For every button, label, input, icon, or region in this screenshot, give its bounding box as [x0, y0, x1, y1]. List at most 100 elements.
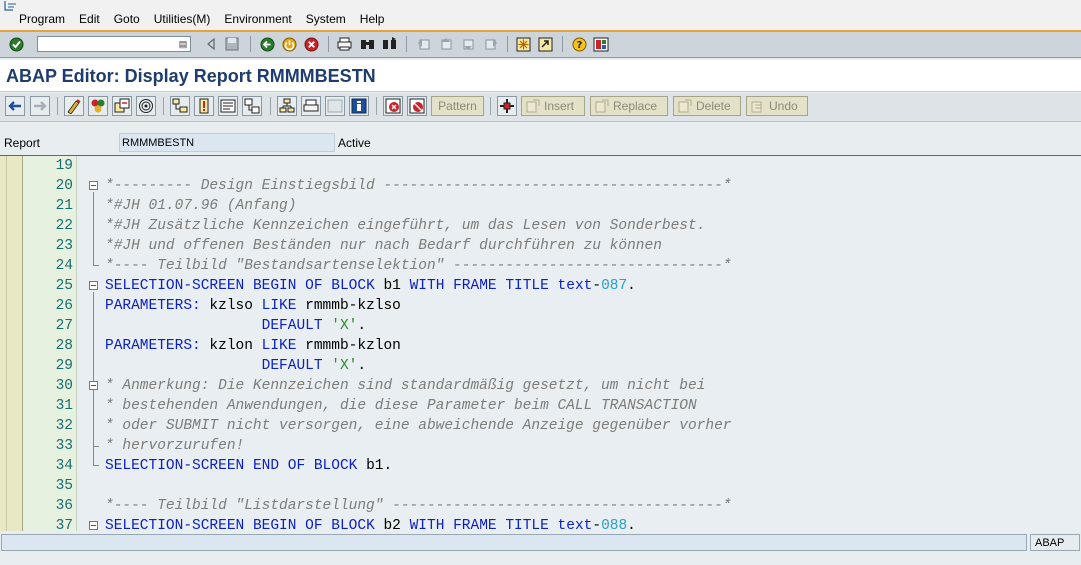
code-editor[interactable]: 19 20 *--------- Design Einstiegsbild ----…: [0, 155, 1081, 532]
menu-bar: Program Edit Goto Utilities(M) Environme…: [0, 0, 1081, 32]
activate-icon[interactable]: [218, 96, 238, 116]
exit-icon[interactable]: [281, 36, 297, 52]
code-line[interactable]: 25 SELECTION-SCREEN BEGIN OF BLOCK b1 WIT…: [0, 276, 1081, 296]
print-icon[interactable]: [336, 36, 352, 52]
menu-program[interactable]: Program: [19, 12, 65, 26]
system-info[interactable]: ABAP: [1030, 534, 1080, 551]
code-line[interactable]: 33 * hervorzurufen!: [0, 436, 1081, 456]
back-icon[interactable]: [259, 36, 275, 52]
line-number: 28: [55, 338, 73, 354]
code-line[interactable]: 21 *#JH 01.07.96 (Anfang): [0, 196, 1081, 216]
title-bar: ABAP Editor: Display Report RMMMBESTN: [0, 60, 1081, 92]
active-inactive-icon[interactable]: [88, 96, 108, 116]
history-dropdown-icon[interactable]: ▤: [177, 38, 189, 50]
code-line[interactable]: 34 SELECTION-SCREEN END OF BLOCK b1.: [0, 456, 1081, 476]
find-next-icon[interactable]: [381, 36, 397, 52]
line-number: 29: [55, 358, 73, 374]
breakpoint-delete-icon[interactable]: [407, 96, 427, 116]
code-line[interactable]: 31 * bestehenden Anwendungen, die diese P…: [0, 396, 1081, 416]
code-text: *#JH und offenen Beständen nur nach Beda…: [105, 238, 662, 254]
code-line[interactable]: 32 * oder SUBMIT nicht versorgen, eine ab…: [0, 416, 1081, 436]
code-line[interactable]: 28 PARAMETERS: kzlon LIKE rmmmb-kzlon: [0, 336, 1081, 356]
first-page-icon[interactable]: [416, 36, 432, 52]
code-line[interactable]: 23 *#JH und offenen Beständen nur nach Be…: [0, 236, 1081, 256]
code-line[interactable]: 27 DEFAULT 'X'.: [0, 316, 1081, 336]
code-line[interactable]: 24 *---- Teilbild "Bestandsartenselektion…: [0, 256, 1081, 276]
report-field[interactable]: RMMMBESTN: [119, 133, 335, 152]
menu-system[interactable]: System: [306, 12, 346, 26]
fullscreen-icon[interactable]: [325, 96, 345, 116]
test-icon[interactable]: [242, 96, 262, 116]
cancel-icon[interactable]: [303, 36, 319, 52]
code-line[interactable]: 30 * Anmerkung: Die Kennzeichen sind stan…: [0, 376, 1081, 396]
back-arrow-icon[interactable]: [5, 96, 25, 116]
insert-button[interactable]: Insert: [521, 96, 585, 116]
shortcut-icon[interactable]: [537, 36, 553, 52]
display-change-icon[interactable]: [64, 96, 84, 116]
last-page-icon[interactable]: [482, 36, 498, 52]
pretty-printer-icon[interactable]: [497, 96, 517, 116]
code-text: *---- Teilbild "Listdarstellung" -------…: [105, 498, 732, 514]
info-icon[interactable]: [349, 96, 369, 116]
layout-menu-icon[interactable]: [593, 36, 609, 52]
window-menu-icon[interactable]: [4, 0, 18, 11]
code-line[interactable]: 37 SELECTION-SCREEN BEGIN OF BLOCK b2 WIT…: [0, 516, 1081, 531]
arrow-left-small-icon[interactable]: [203, 36, 219, 52]
code-text: *#JH 01.07.96 (Anfang): [105, 198, 297, 214]
code-line[interactable]: 26 PARAMETERS: kzlso LIKE rmmmb-kzlso: [0, 296, 1081, 316]
menu-goto[interactable]: Goto: [114, 12, 140, 26]
breakpoint-set-icon[interactable]: [383, 96, 403, 116]
hierarchy-icon[interactable]: [277, 96, 297, 116]
object-list-icon[interactable]: [170, 96, 190, 116]
delete-button[interactable]: Delete: [673, 96, 741, 116]
line-number: 27: [55, 318, 73, 334]
delete-icon: [678, 99, 692, 113]
pattern-button-label: Pattern: [438, 99, 477, 113]
previous-page-icon[interactable]: [438, 36, 454, 52]
forward-arrow-icon[interactable]: [30, 96, 50, 116]
svg-text:?: ?: [576, 40, 582, 51]
menu-utilities[interactable]: Utilities(M): [154, 12, 211, 26]
report-row: Report RMMMBESTN Active: [0, 122, 1081, 154]
collapse-icon[interactable]: [89, 521, 98, 530]
line-number: 30: [55, 378, 73, 394]
line-number: 34: [55, 458, 73, 474]
pattern-button[interactable]: Pattern: [431, 96, 484, 116]
other-object-icon[interactable]: [112, 96, 132, 116]
check-syntax-icon[interactable]: [194, 96, 214, 116]
line-number: 36: [55, 498, 73, 514]
create-session-icon[interactable]: [515, 36, 531, 52]
save-icon[interactable]: [224, 36, 240, 52]
command-input[interactable]: [38, 38, 178, 52]
code-line[interactable]: 19: [0, 156, 1081, 176]
menu-edit[interactable]: Edit: [79, 12, 100, 26]
next-page-icon[interactable]: [460, 36, 476, 52]
collapse-icon[interactable]: [89, 281, 98, 290]
code-line[interactable]: 22 *#JH Zusätzliche Kennzeichen eingeführ…: [0, 216, 1081, 236]
collapse-icon[interactable]: [89, 381, 98, 390]
find-icon[interactable]: [359, 36, 375, 52]
undo-button[interactable]: Undo: [746, 96, 808, 116]
status-message[interactable]: [1, 534, 1027, 551]
where-used-icon[interactable]: [136, 96, 156, 116]
menu-environment[interactable]: Environment: [224, 12, 291, 26]
help-icon[interactable]: ?: [571, 36, 587, 52]
code-line[interactable]: 35: [0, 476, 1081, 496]
print-preview-icon[interactable]: [301, 96, 321, 116]
replace-icon: [595, 99, 609, 113]
line-number: 35: [55, 478, 73, 494]
undo-button-label: Undo: [769, 99, 798, 113]
menu-help[interactable]: Help: [360, 12, 385, 26]
command-field[interactable]: ▤: [37, 36, 191, 52]
collapse-icon[interactable]: [89, 181, 98, 190]
code-line[interactable]: 36 *---- Teilbild "Listdarstellung" -----…: [0, 496, 1081, 516]
code-text: * oder SUBMIT nicht versorgen, eine abwe…: [105, 418, 732, 434]
replace-button[interactable]: Replace: [590, 96, 668, 116]
application-toolbar: Pattern Insert Replace Delete Undo: [0, 93, 1081, 122]
code-line[interactable]: 20 *--------- Design Einstiegsbild ------…: [0, 176, 1081, 196]
code-text: SELECTION-SCREEN BEGIN OF BLOCK b1 WITH …: [105, 278, 636, 294]
code-text: *--------- Design Einstiegsbild --------…: [105, 178, 732, 194]
enter-icon[interactable]: [8, 36, 24, 52]
code-line[interactable]: 29 DEFAULT 'X'.: [0, 356, 1081, 376]
delete-button-label: Delete: [696, 99, 731, 113]
